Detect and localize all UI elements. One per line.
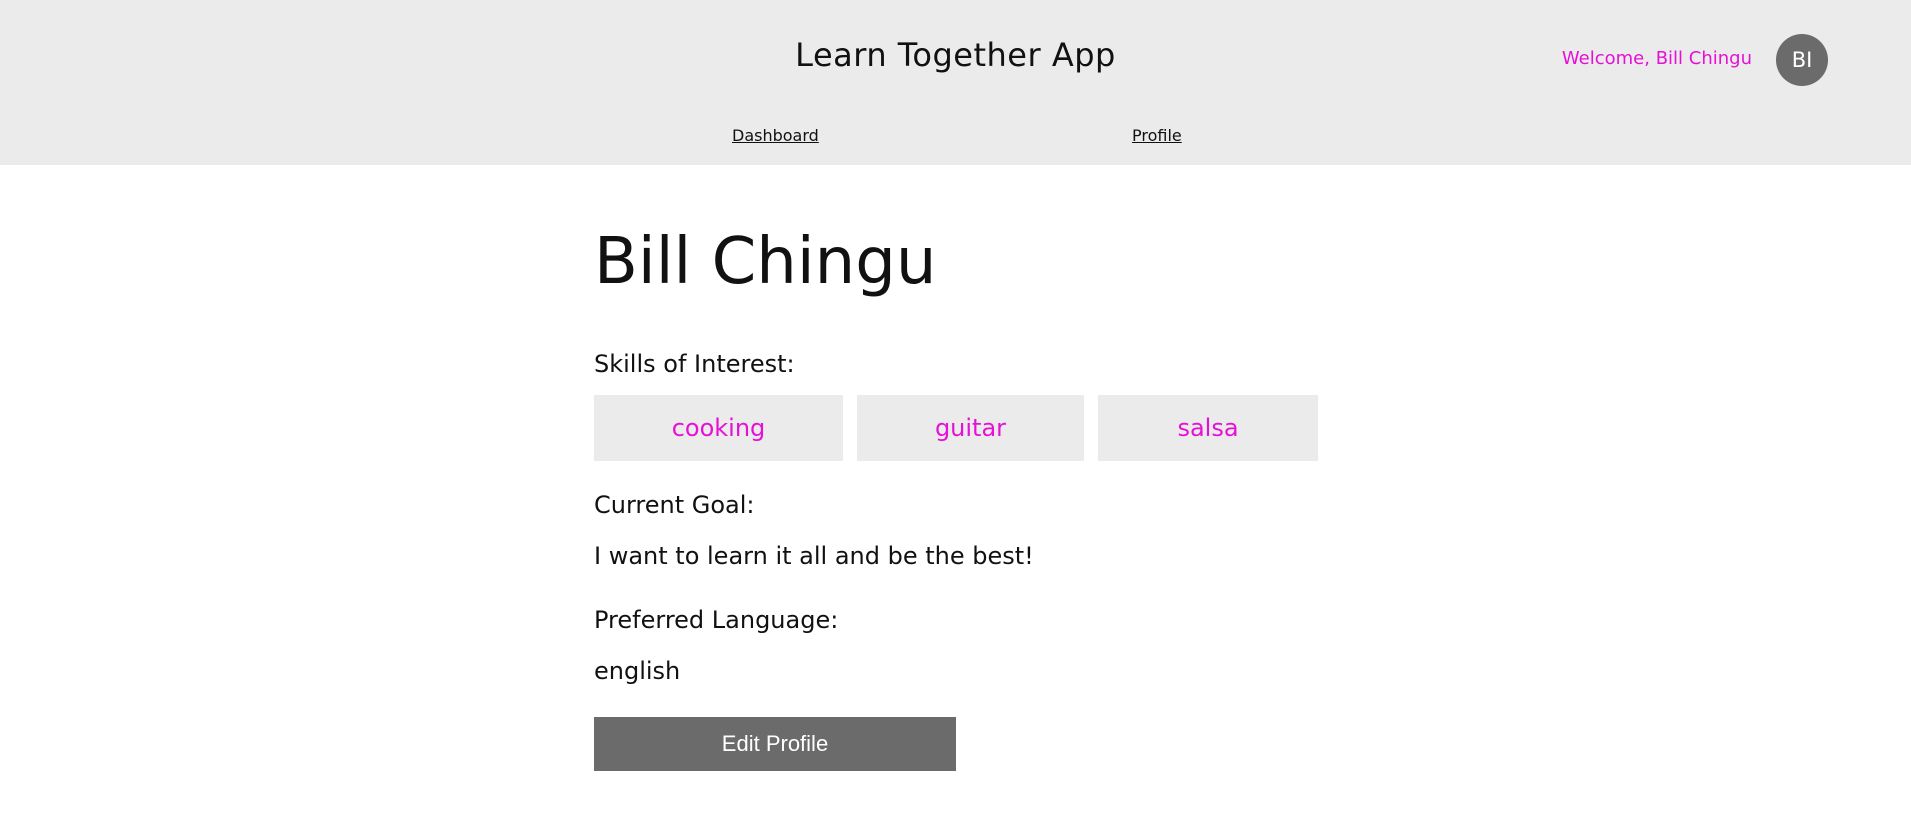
nav-link-profile[interactable]: Profile [1132, 126, 1182, 145]
skill-chip-cooking[interactable]: cooking [594, 395, 843, 461]
current-goal-label: Current Goal: [594, 491, 755, 519]
skill-chip-salsa[interactable]: salsa [1098, 395, 1318, 461]
profile-name: Bill Chingu [594, 225, 937, 299]
preferred-language-value: english [594, 657, 681, 685]
current-goal-value: I want to learn it all and be the best! [594, 542, 1034, 570]
skills-label: Skills of Interest: [594, 350, 795, 378]
app-header: Learn Together App Welcome, Bill Chingu … [0, 0, 1911, 165]
nav-link-dashboard[interactable]: Dashboard [732, 126, 819, 145]
edit-profile-button[interactable]: Edit Profile [594, 717, 956, 771]
skill-chip-guitar[interactable]: guitar [857, 395, 1084, 461]
welcome-message: Welcome, Bill Chingu [1561, 48, 1752, 69]
avatar[interactable]: BI [1776, 34, 1828, 86]
preferred-language-label: Preferred Language: [594, 606, 839, 634]
